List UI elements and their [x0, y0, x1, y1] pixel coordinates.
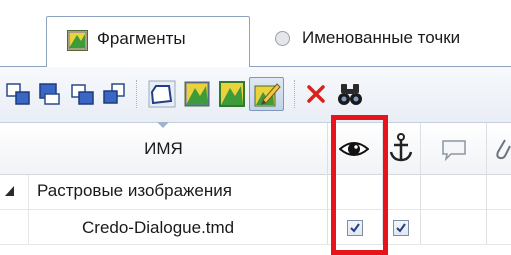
fragment-image-icon[interactable]	[183, 80, 211, 108]
sort-arrow-icon	[157, 122, 169, 128]
tab-named-points[interactable]: Именованные точки	[250, 16, 511, 66]
anchor-icon[interactable]	[389, 133, 413, 163]
toolbar-separator	[294, 80, 296, 108]
anchored-checkbox[interactable]	[393, 220, 409, 236]
tab-named-points-label: Именованные точки	[302, 28, 461, 47]
tab-fragments[interactable]: Фрагменты	[46, 16, 250, 66]
radio-icon	[275, 31, 290, 46]
polygon-icon[interactable]	[148, 80, 176, 108]
delete-x-icon[interactable]	[302, 80, 330, 108]
fragment-icon	[67, 30, 88, 51]
align-forward-icon[interactable]	[68, 80, 96, 108]
paperclip-icon[interactable]	[493, 136, 511, 162]
expand-triangle-icon[interactable]	[4, 185, 16, 197]
table-row[interactable]	[0, 210, 511, 245]
fragment-edit-pressed-icon[interactable]	[253, 80, 281, 108]
align-send-back-icon[interactable]	[36, 80, 64, 108]
row-name-cell: Credo-Dialogue.tmd	[82, 218, 235, 237]
tab-fragments-label: Фрагменты	[97, 29, 186, 48]
fragment-image-green-icon[interactable]	[218, 80, 246, 108]
highlight-box	[331, 115, 388, 255]
binoculars-icon[interactable]	[336, 80, 364, 108]
align-bring-front-icon[interactable]	[4, 80, 32, 108]
comment-icon[interactable]	[441, 139, 467, 161]
column-header-name[interactable]: ИМЯ	[0, 139, 327, 159]
align-backward-icon[interactable]	[100, 80, 128, 108]
toolbar-separator	[136, 80, 138, 108]
group-label: Растровые изображения	[37, 181, 232, 200]
